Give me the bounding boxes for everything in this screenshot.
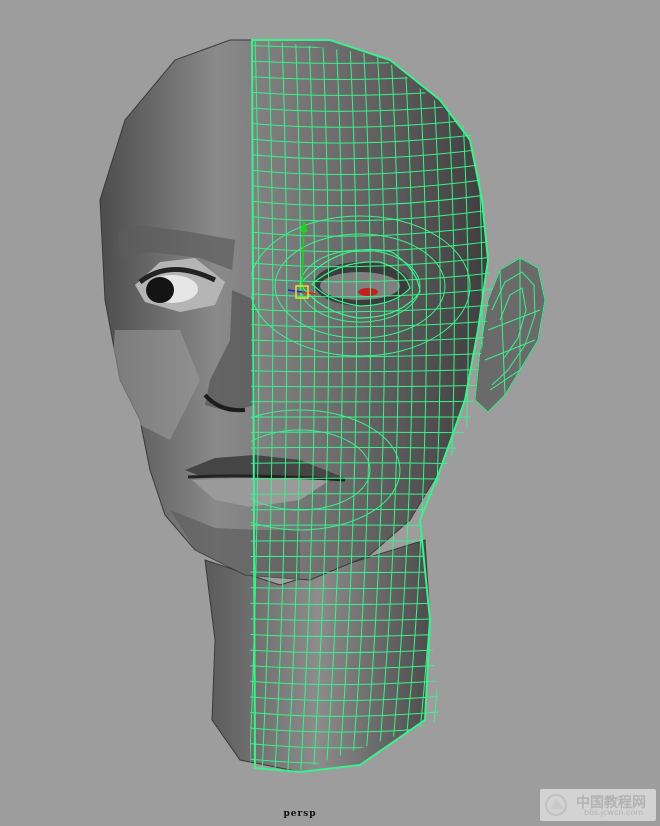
camera-name-label: persp [283, 809, 317, 819]
left-pupil [146, 277, 174, 303]
watermark-url: bbs.jcwcn.com [584, 808, 644, 817]
scene-canvas[interactable] [0, 0, 660, 826]
watermark-logo-icon [545, 794, 567, 816]
right-pupil [358, 288, 378, 296]
perspective-viewport[interactable]: persp 中国教程网 bbs.jcwcn.com [0, 0, 660, 826]
watermark: 中国教程网 bbs.jcwcn.com [540, 789, 656, 821]
head-model[interactable] [99, 35, 546, 780]
